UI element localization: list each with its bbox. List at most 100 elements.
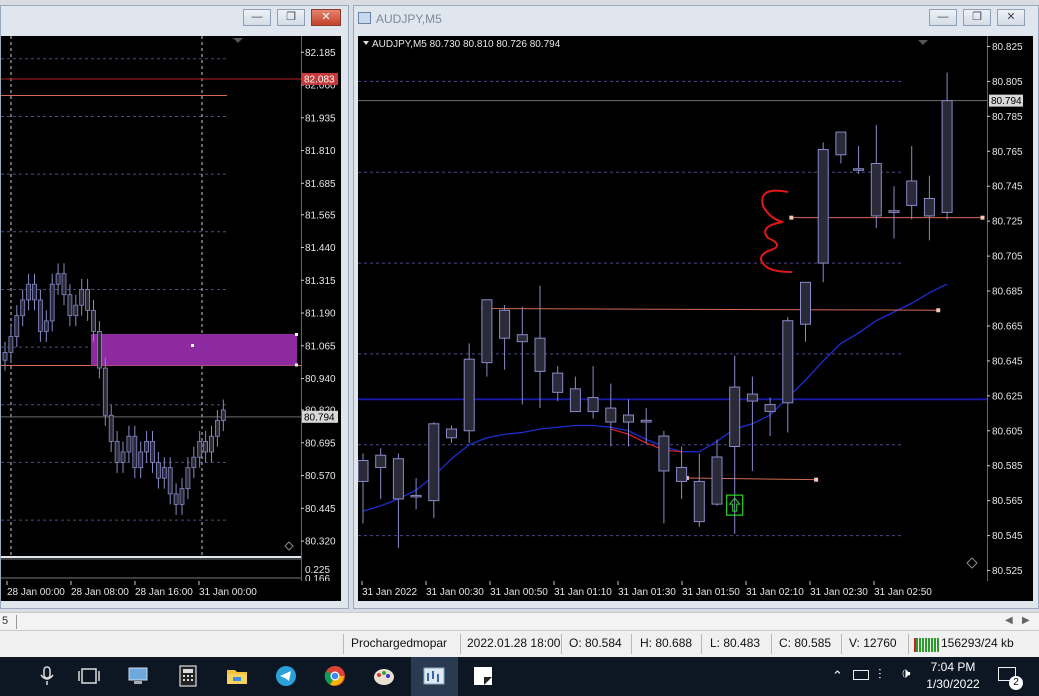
telegram-icon[interactable] [274,665,298,687]
candle-body [67,294,73,317]
price-label: 81.065 [305,341,336,352]
scroll-right-icon[interactable]: ▶ [1022,615,1030,626]
paint-icon[interactable] [372,665,396,687]
left-chart-window[interactable]: — ❐ ✕ 82.185 82.060 81.935 81.810 81.685 81.5… [0,5,349,609]
candle-body [623,414,634,423]
candle-body [693,480,705,523]
candle-body [120,451,126,463]
trendline [686,477,817,481]
candle-body [203,441,209,453]
candle-body [746,393,758,402]
notes-icon[interactable] [471,665,495,687]
price-label: 80.545 [992,531,1023,542]
time-label: 31 Jan 02:30 [810,587,868,598]
power-icon[interactable] [853,670,869,680]
candle-body [552,372,564,393]
candle-body [97,330,102,369]
candle-body [114,441,120,463]
task-view-icon[interactable] [77,665,101,687]
price-label: 82.185 [305,48,336,59]
clock-date[interactable]: 1/30/2022 [925,677,981,691]
candle-body [32,283,37,301]
metatrader-icon[interactable] [422,665,446,687]
left-plot-svg [1,36,301,556]
right-chart-plot[interactable]: AUDJPY,M5 80.730 80.810 80.726 80.794 [358,36,987,581]
time-label: 28 Jan 08:00 [71,587,129,598]
candle-body [835,131,847,156]
left-chart-plot[interactable] [1,36,301,556]
close-button[interactable]: ✕ [311,9,341,26]
candle-body [79,289,85,306]
candle-body [428,423,440,502]
scroll-left-icon[interactable]: ◀ [1005,615,1013,626]
chart-tab-strip[interactable]: 5 ◀ ▶ [0,612,1039,631]
right-window-titlebar[interactable]: AUDJPY,M5 — ❐ ✕ [354,6,1038,32]
calculator-icon[interactable] [176,665,200,687]
candle-body [817,149,829,264]
candle-body [711,456,723,505]
price-label: 80.695 [305,438,336,449]
candle-body [888,210,900,213]
chrome-icon[interactable] [323,665,347,687]
candle-body [126,435,132,453]
clock-time[interactable]: 7:04 PM [925,660,981,674]
candle-body [38,299,43,332]
volume-icon[interactable]: 🕩 [901,665,910,682]
connection-status-icon[interactable] [914,638,940,652]
computer-icon[interactable] [126,665,150,687]
candle-body [481,299,493,364]
time-label: 31 Jan 01:50 [682,587,740,598]
right-chart-window[interactable]: AUDJPY,M5 — ❐ ✕ AUDJPY,M5 80.730 80.810 … [353,5,1039,609]
right-plot-svg: AUDJPY,M5 80.730 80.810 80.726 80.794 [358,39,987,569]
price-label: 80.785 [992,112,1023,123]
trendline-anchor [789,215,794,220]
trendline-anchor [814,477,819,482]
profile-name[interactable]: Prochargedmopar [351,636,447,650]
wifi-icon[interactable]: ⫶ [878,666,882,683]
time-label: 31 Jan 00:50 [490,587,548,598]
trendline [483,308,939,311]
candle-body [220,409,226,421]
show-hidden-icons-icon[interactable]: ⌃ [832,668,843,684]
file-explorer-icon[interactable] [225,665,249,687]
tab-fragment[interactable]: 5 [2,615,8,627]
bar-close: C: 80.585 [779,636,832,650]
minimize-button[interactable]: — [929,9,957,26]
candle-body [800,281,811,325]
left-time-axis: 28 Jan 00:00 28 Jan 08:00 28 Jan 16:00 31 J… [1,581,341,601]
price-label: 80.765 [992,147,1023,158]
candle-body [167,467,173,495]
time-label: 31 Jan 02:50 [874,587,932,598]
candle-body [197,441,203,458]
candle-body [191,456,197,469]
chart-window-icon [358,12,371,24]
candle-body [108,414,114,442]
price-label: 80.805 [992,77,1023,88]
candle-body [534,337,546,372]
candle-body [20,299,26,317]
restore-button[interactable]: ❐ [963,9,991,26]
windows-taskbar: ⌃ ⫶ 🕩 7:04 PM 1/30/2022 2 [0,657,1039,696]
bar-high: H: 80.688 [640,636,693,650]
time-label: 31 Jan 01:30 [618,587,676,598]
candle-body [138,451,144,469]
price-label: 80.445 [305,504,336,515]
candle-body [941,100,953,213]
indicator-label: 0.166 [305,574,330,581]
minimize-button[interactable]: — [243,9,271,26]
shift-marker-icon [918,40,928,45]
close-button[interactable]: ✕ [997,9,1025,26]
price-label: 80.685 [992,287,1023,298]
left-indicator-panel[interactable] [1,558,301,581]
price-label: 80.665 [992,321,1023,332]
left-window-titlebar[interactable]: — ❐ ✕ [1,6,348,32]
microphone-icon[interactable] [35,665,59,687]
price-label: 80.585 [992,461,1023,472]
zone-anchor [295,363,298,367]
restore-button[interactable]: ❐ [277,9,305,26]
candle-body [43,320,49,332]
time-label: 31 Jan 02:10 [746,587,804,598]
candle-body [85,289,90,311]
candle-body [55,273,61,285]
trade-icon [966,557,978,569]
